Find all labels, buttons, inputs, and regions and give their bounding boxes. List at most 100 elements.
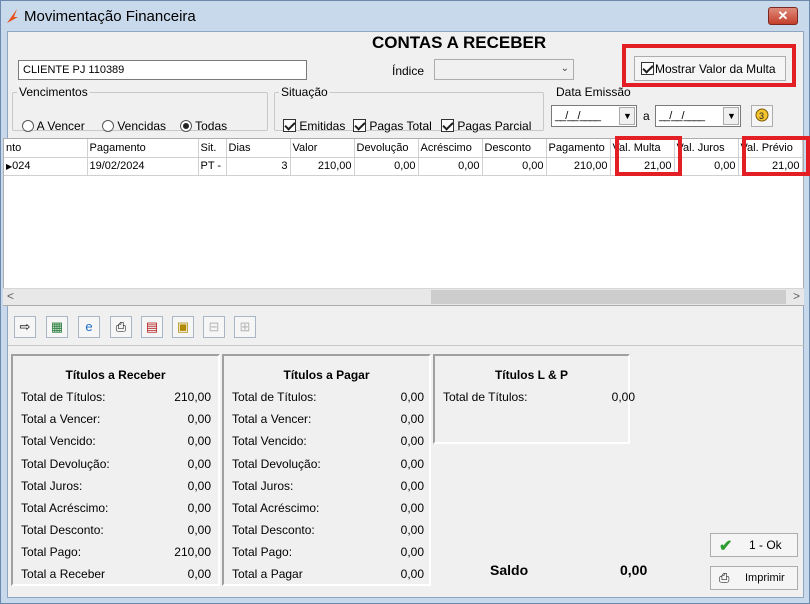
ok-button[interactable]: ✔ 1 - Ok: [710, 533, 798, 557]
col-header[interactable]: Dias: [226, 139, 291, 158]
col-header[interactable]: Val. Juros: [674, 139, 739, 158]
date-to-input[interactable]: __/__/____ ▼: [655, 105, 741, 127]
summary-label: Total Vencido:: [232, 434, 307, 448]
summary-label: Total a Receber: [21, 567, 106, 581]
main-window: Movimentação Financeira ✕ CONTAS A RECEB…: [0, 0, 810, 604]
summary-value: 0,00: [400, 434, 424, 448]
chevron-down-icon[interactable]: ▼: [619, 107, 635, 125]
summary-label: Total a Pagar: [232, 567, 303, 581]
table-cell: 0,00: [482, 157, 547, 176]
summary-value: 210,00: [174, 390, 211, 404]
indice-label: Índice: [392, 64, 425, 78]
summary-value: 0,00: [187, 479, 211, 493]
summary-value: 210,00: [174, 545, 211, 559]
chevron-down-icon: ⌄: [560, 63, 569, 74]
export-icon[interactable]: ⇨: [14, 316, 36, 338]
checkbox-checked-icon: [441, 119, 454, 132]
checkbox-pagas-total[interactable]: Pagas Total: [353, 119, 432, 133]
col-header[interactable]: Pagamento: [87, 139, 199, 158]
radio-vencidas[interactable]: Vencidas: [102, 119, 166, 133]
date-from-input[interactable]: __/__/____ ▼: [551, 105, 637, 127]
excel-icon[interactable]: ▦: [46, 316, 68, 338]
radio-icon: [102, 120, 114, 132]
checkbox-checked-icon: [353, 119, 366, 132]
summary-label: Total a Vencer:: [232, 412, 312, 426]
title-bar: Movimentação Financeira ✕: [1, 1, 809, 31]
table-cell: 3: [226, 157, 291, 176]
internet-explorer-icon[interactable]: e: [78, 316, 100, 338]
vencimentos-group: Vencimentos A Vencer Vencidas Todas: [12, 85, 268, 133]
highlight-box-multa-toggle: [622, 44, 796, 87]
divider: [8, 345, 805, 346]
panel-title: Títulos L & P: [494, 368, 569, 382]
summary-value: 0,00: [187, 501, 211, 515]
radio-a-vencer[interactable]: A Vencer: [22, 119, 85, 133]
client-input[interactable]: CLIENTE PJ 110389: [18, 60, 307, 80]
table-cell: 0,00: [418, 157, 483, 176]
print-button[interactable]: ⎙ Imprimir: [710, 566, 798, 590]
lp-panel: Títulos L & P Total de Títulos: 0,00: [433, 354, 635, 444]
horizontal-scrollbar[interactable]: < >: [3, 288, 804, 305]
table-cell: 0,00: [354, 157, 419, 176]
search-dates-button[interactable]: 3: [751, 105, 773, 127]
receber-panel: Títulos a Receber Total de Títulos: 210,0…: [11, 354, 220, 586]
radio-selected-icon: [180, 120, 192, 132]
summary-label: Total Desconto:: [232, 523, 315, 537]
summary-label: Total Desconto:: [21, 523, 104, 537]
scroll-right-icon[interactable]: >: [793, 289, 800, 303]
close-button[interactable]: ✕: [768, 7, 798, 25]
radio-icon: [22, 120, 34, 132]
scroll-left-icon[interactable]: <: [7, 289, 14, 303]
summary-label: Total Acréscimo:: [232, 501, 320, 515]
page-title: CONTAS A RECEBER: [372, 33, 547, 52]
summary-value: 0,00: [400, 412, 424, 426]
summary-value: 0,00: [400, 457, 424, 471]
summary-value: 0,00: [400, 501, 424, 515]
app-logo-icon: [7, 9, 18, 23]
summary-label: Total de Títulos:: [232, 390, 317, 404]
situacao-group: Situação Emitidas Pagas Total Pagas Parc…: [274, 85, 544, 133]
table-cell: 19/02/2024: [87, 157, 199, 176]
table-cell: 210,00: [290, 157, 355, 176]
summary-value: 0,00: [400, 390, 424, 404]
summary-label: Total Acréscimo:: [21, 501, 109, 515]
col-header[interactable]: Acréscimo: [418, 139, 483, 158]
col-header[interactable]: Sit.: [198, 139, 227, 158]
summary-value: 0,00: [400, 567, 424, 581]
col-header[interactable]: Desconto: [482, 139, 547, 158]
table-cell: 210,00: [546, 157, 611, 176]
print-icon[interactable]: ⎙: [110, 316, 132, 338]
col-header[interactable]: nto: [4, 139, 88, 158]
scrollbar-thumb[interactable]: [431, 290, 786, 304]
window-title: Movimentação Financeira: [24, 8, 196, 25]
highlight-box-val-multa: [615, 136, 682, 176]
tree-collapse-icon[interactable]: ⊟: [203, 316, 225, 338]
col-header[interactable]: Devolução: [354, 139, 419, 158]
summary-value: 0,00: [400, 479, 424, 493]
summary-label: Total Pago:: [21, 545, 82, 559]
col-header[interactable]: Pagamento: [546, 139, 611, 158]
col-header[interactable]: Valor: [290, 139, 355, 158]
summary-label: Total a Vencer:: [21, 412, 101, 426]
radio-todas[interactable]: Todas: [180, 119, 227, 133]
print-list-icon[interactable]: ▤: [141, 316, 163, 338]
tree-expand-icon[interactable]: ⊞: [234, 316, 256, 338]
summary-value: 0,00: [187, 567, 211, 581]
summary-label: Total de Títulos:: [21, 390, 106, 404]
saldo-value: 0,00: [620, 562, 648, 578]
summary-value: 0,00: [400, 545, 424, 559]
panel-title: Títulos a Receber: [65, 368, 166, 382]
checkbox-checked-icon: [283, 119, 296, 132]
summary-label: Total Devolução:: [232, 457, 321, 471]
checkbox-emitidas[interactable]: Emitidas: [283, 119, 345, 133]
printer-icon: ⎙: [719, 570, 730, 585]
checkmark-icon: ✔: [719, 538, 733, 555]
checkbox-pagas-parcial[interactable]: Pagas Parcial: [441, 119, 531, 133]
summary-label: Total Devolução:: [21, 457, 110, 471]
table-cell: 0,00: [674, 157, 739, 176]
chevron-down-icon[interactable]: ▼: [723, 107, 739, 125]
indice-select[interactable]: ⌄: [434, 59, 574, 80]
table-row[interactable]: ▶024 19/02/2024 PT - 3 210,00 0,00 0,00 …: [4, 157, 803, 176]
document-icon[interactable]: ▣: [172, 316, 194, 338]
results-grid[interactable]: nto Pagamento Sit. Dias Valor Devolução …: [3, 138, 804, 306]
